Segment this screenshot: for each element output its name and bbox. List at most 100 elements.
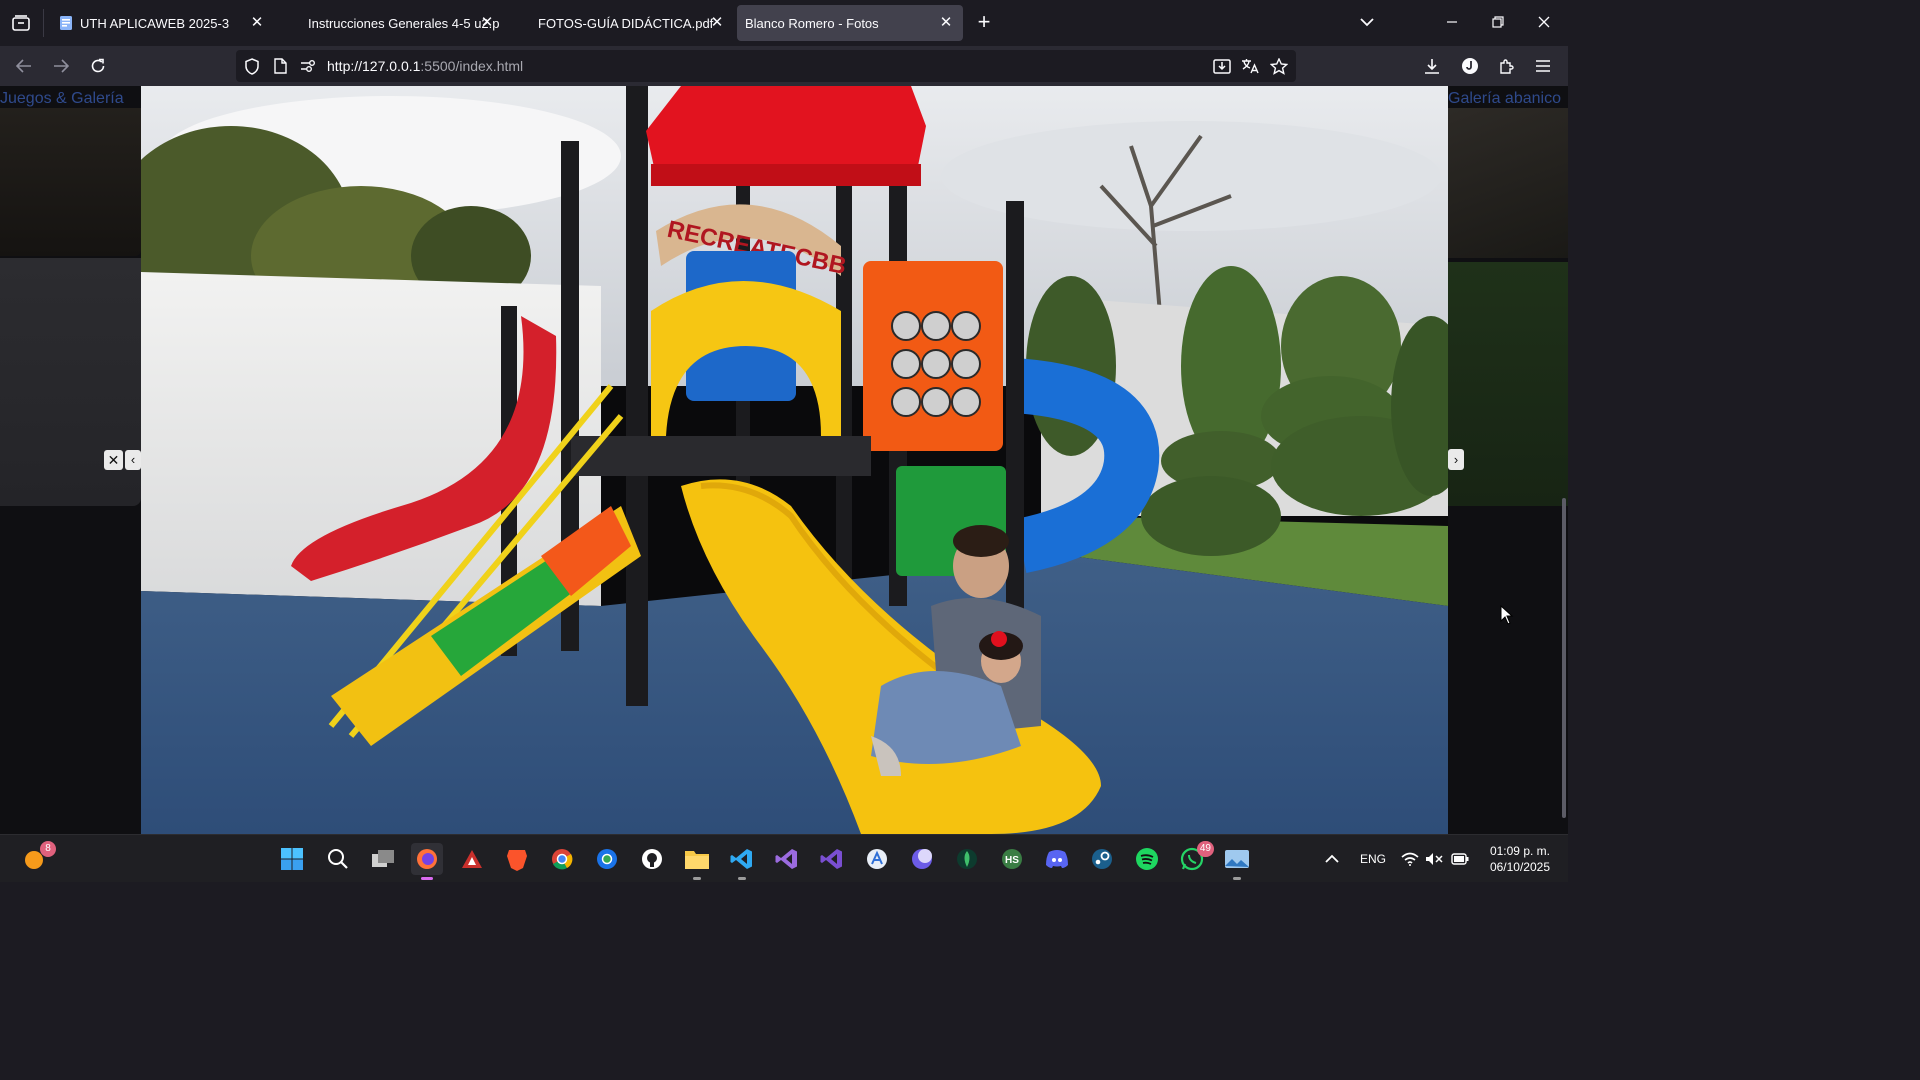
download-icon bbox=[1425, 59, 1439, 74]
lightbox-photo: RECREATECBB bbox=[141, 86, 1448, 834]
permissions-icon[interactable] bbox=[298, 56, 318, 76]
tab-title: Blanco Romero - Fotos bbox=[745, 15, 879, 31]
heidisql-taskbar-button[interactable]: HS bbox=[996, 843, 1028, 875]
document-favicon-icon bbox=[58, 15, 74, 31]
scrollbar-thumb[interactable] bbox=[1562, 498, 1566, 818]
tab-title: Instrucciones Generales 4-5 u2.p bbox=[308, 15, 500, 31]
notifications-widget[interactable]: 8 bbox=[18, 841, 56, 875]
translate-icon[interactable] bbox=[1240, 56, 1260, 76]
list-all-tabs-button[interactable] bbox=[1353, 8, 1381, 36]
minimize-icon bbox=[1447, 21, 1457, 23]
section-title-galeria-abanico: Galería abanico bbox=[1448, 90, 1561, 107]
url-path: :5500/index.html bbox=[420, 58, 524, 74]
tab-instrucciones[interactable]: Instrucciones Generales 4-5 u2.p ✕ bbox=[282, 5, 504, 41]
app-store-taskbar-button[interactable] bbox=[861, 843, 893, 875]
start-button[interactable] bbox=[276, 843, 308, 875]
url-host: http://127.0.0.1 bbox=[327, 58, 421, 74]
tab-strip-divider bbox=[43, 9, 44, 37]
hs-icon: HS bbox=[1002, 849, 1022, 869]
tab-close-icon[interactable]: ✕ bbox=[708, 14, 726, 32]
vscode-taskbar-button[interactable] bbox=[726, 843, 758, 880]
tab-strip: UTH APLICAWEB 2025-3 ✕ Instrucciones Gen… bbox=[0, 0, 1568, 46]
url-text[interactable]: http://127.0.0.1:5500/index.html bbox=[327, 58, 523, 74]
tab-close-icon[interactable]: ✕ bbox=[248, 14, 266, 32]
chevron-up-icon bbox=[1325, 854, 1339, 863]
github-desktop-taskbar-button[interactable] bbox=[636, 843, 668, 875]
tab-title: UTH APLICAWEB 2025-3 bbox=[80, 15, 230, 31]
wifi-icon bbox=[1401, 852, 1419, 866]
restore-button[interactable] bbox=[1484, 8, 1512, 36]
gallery-thumbnail[interactable] bbox=[0, 108, 141, 256]
moon-icon bbox=[912, 849, 932, 869]
shield-icon[interactable] bbox=[242, 56, 262, 76]
tab-list-button[interactable] bbox=[7, 9, 44, 37]
steam-taskbar-button[interactable] bbox=[1086, 843, 1118, 875]
file-explorer-taskbar-button[interactable] bbox=[681, 843, 713, 880]
folder-icon bbox=[685, 851, 709, 869]
page-content: Juegos & Galería Galería abanico RECREAT… bbox=[0, 86, 1568, 834]
battery-button[interactable] bbox=[1446, 843, 1474, 875]
search-button[interactable] bbox=[322, 843, 354, 875]
account-button[interactable] bbox=[1456, 52, 1484, 80]
whatsapp-badge: 49 bbox=[1196, 841, 1214, 857]
tab-uth-aplicaweb[interactable]: UTH APLICAWEB 2025-3 ✕ bbox=[46, 5, 274, 41]
firefox-taskbar-button[interactable] bbox=[411, 843, 443, 880]
firefox-icon bbox=[417, 849, 437, 869]
gallery-thumbnail[interactable] bbox=[1448, 108, 1568, 258]
spotify-taskbar-button[interactable] bbox=[1131, 843, 1163, 875]
brave-taskbar-button[interactable] bbox=[501, 843, 533, 875]
arrow-right-icon bbox=[54, 59, 69, 73]
tab-close-icon[interactable]: ✕ bbox=[478, 14, 496, 32]
svg-text:HS: HS bbox=[1005, 855, 1019, 866]
visual-studio-taskbar-button[interactable] bbox=[771, 843, 803, 875]
bookmark-star-icon[interactable] bbox=[1269, 56, 1289, 76]
show-hidden-icons-button[interactable] bbox=[1318, 843, 1346, 875]
tab-blanco-romero[interactable]: Blanco Romero - Fotos ✕ bbox=[737, 5, 963, 41]
task-view-button[interactable] bbox=[367, 843, 399, 875]
lightbox-next-button[interactable]: › bbox=[1448, 449, 1464, 470]
windows-logo-icon bbox=[281, 848, 303, 870]
address-bar[interactable]: http://127.0.0.1:5500/index.html bbox=[236, 50, 1296, 82]
gallery-thumbnail[interactable] bbox=[1448, 262, 1568, 506]
volume-button[interactable] bbox=[1420, 843, 1448, 875]
menu-button[interactable] bbox=[1529, 52, 1557, 80]
close-icon bbox=[1538, 16, 1550, 28]
steam-icon bbox=[1092, 849, 1112, 869]
clock[interactable]: 01:09 p. m. 06/10/2025 bbox=[1480, 843, 1550, 875]
forward-button[interactable] bbox=[47, 52, 75, 80]
app-taskbar-button[interactable] bbox=[456, 843, 488, 875]
tab-fotos-guia[interactable]: FOTOS-GUÍA DIDÁCTICA.pdf ✕ bbox=[512, 5, 734, 41]
photos-taskbar-button[interactable] bbox=[1221, 843, 1253, 880]
discord-taskbar-button[interactable] bbox=[1041, 843, 1073, 875]
input-language-indicator[interactable]: ENG bbox=[1360, 852, 1386, 866]
discord-icon bbox=[1046, 850, 1068, 868]
downloads-button[interactable] bbox=[1418, 52, 1446, 80]
whatsapp-taskbar-button[interactable]: 49 bbox=[1176, 841, 1214, 875]
tab-close-icon[interactable]: ✕ bbox=[937, 14, 955, 32]
chrome-icon bbox=[552, 849, 573, 870]
reload-icon bbox=[91, 58, 105, 73]
chrome-taskbar-button[interactable] bbox=[546, 843, 578, 875]
brave-icon bbox=[507, 850, 527, 871]
reload-button[interactable] bbox=[84, 52, 112, 80]
visual-studio-icon bbox=[775, 849, 797, 869]
arrow-left-icon bbox=[16, 59, 31, 73]
extensions-button[interactable] bbox=[1493, 52, 1521, 80]
new-tab-button[interactable]: + bbox=[970, 8, 998, 36]
chrome-dev-icon bbox=[597, 849, 617, 869]
moon-app-taskbar-button[interactable] bbox=[906, 843, 938, 875]
visual-studio-2-taskbar-button[interactable] bbox=[816, 843, 848, 875]
mongodb-taskbar-button[interactable] bbox=[951, 843, 983, 875]
visual-studio-alt-icon bbox=[820, 849, 842, 869]
search-icon bbox=[328, 849, 348, 869]
reader-download-icon[interactable] bbox=[1212, 56, 1232, 76]
lightbox-prev-button[interactable]: ‹ bbox=[125, 450, 141, 470]
page-icon[interactable] bbox=[270, 56, 290, 76]
back-button[interactable] bbox=[10, 52, 38, 80]
minimize-button[interactable] bbox=[1438, 8, 1466, 36]
chevron-down-icon bbox=[1360, 18, 1374, 27]
clock-date: 06/10/2025 bbox=[1489, 860, 1550, 874]
lightbox-close-button[interactable]: ✕ bbox=[104, 450, 123, 470]
chrome-dev-taskbar-button[interactable] bbox=[591, 843, 623, 875]
window-close-button[interactable] bbox=[1530, 8, 1558, 36]
